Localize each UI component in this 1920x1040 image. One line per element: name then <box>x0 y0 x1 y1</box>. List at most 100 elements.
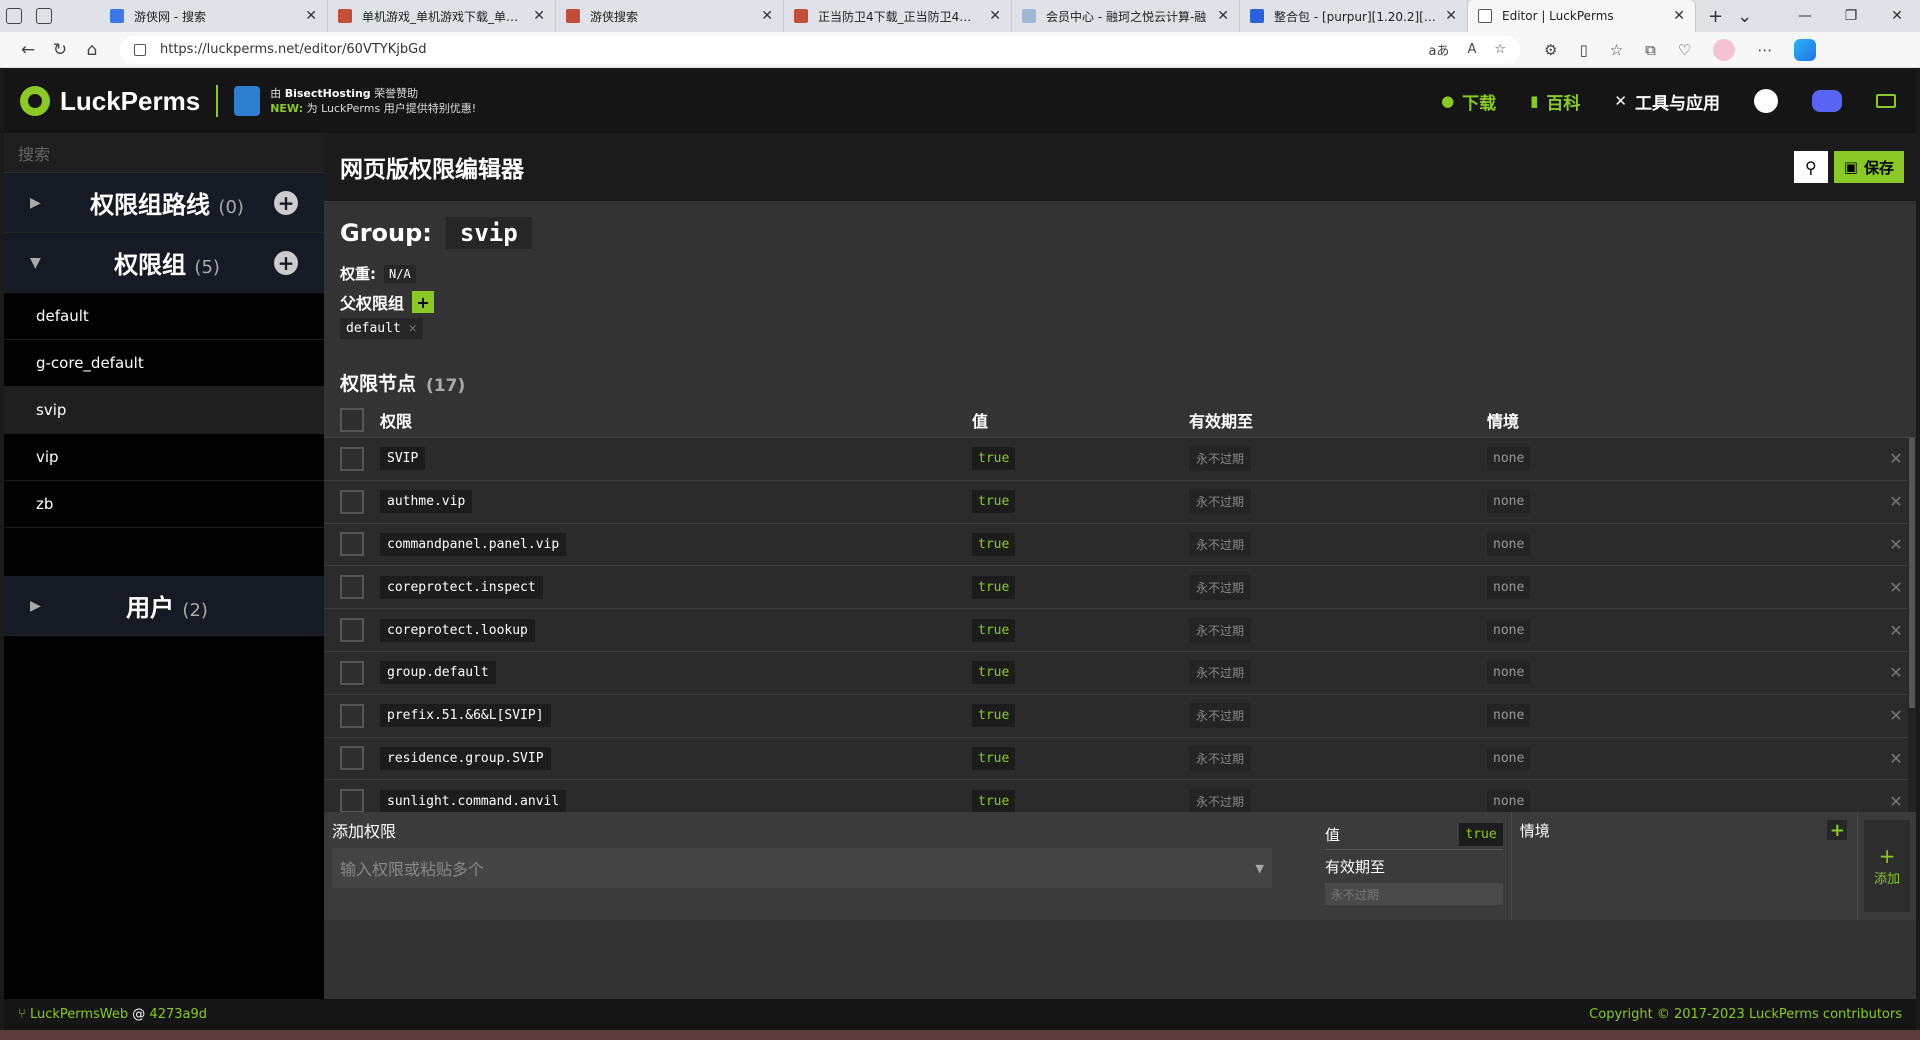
browser-tab[interactable]: 会员中心 - 融珂之悦云计算-融 ✕ <box>1012 0 1240 32</box>
tab-actions-icon[interactable] <box>36 8 52 24</box>
column-permission[interactable]: 权限 <box>380 408 972 432</box>
add-parent-button[interactable]: + <box>412 291 435 313</box>
parent-chip[interactable]: default ✕ <box>340 318 423 339</box>
close-tab-icon[interactable]: ✕ <box>1445 8 1457 24</box>
context-chip[interactable]: none <box>1487 704 1531 728</box>
row-checkbox[interactable] <box>340 746 364 771</box>
logo[interactable]: LuckPerms <box>20 86 200 117</box>
profile-avatar[interactable] <box>1713 38 1736 61</box>
collections-icon[interactable]: ⧉ <box>1645 41 1656 59</box>
footer-commit-link[interactable]: 4273a9d <box>149 1007 207 1022</box>
add-track-plus-icon[interactable]: + <box>274 190 298 215</box>
permission-chip[interactable]: residence.group.SVIP <box>380 746 551 770</box>
value-chip[interactable]: true <box>972 704 1016 728</box>
row-checkbox[interactable] <box>340 618 364 643</box>
context-chip[interactable]: none <box>1487 789 1531 813</box>
sidebar-group-item[interactable]: vip <box>4 434 324 481</box>
restore-icon[interactable]: ❐ <box>1828 0 1874 32</box>
close-tab-icon[interactable]: ✕ <box>1673 8 1685 24</box>
permission-chip[interactable]: coreprotect.inspect <box>380 575 543 599</box>
value-chip[interactable]: true <box>972 575 1016 599</box>
discord-icon[interactable] <box>1812 90 1842 112</box>
row-checkbox[interactable] <box>340 703 364 728</box>
caret-down-icon[interactable]: ▼ <box>30 255 60 271</box>
sidebar-search-input[interactable]: 搜索 <box>4 133 324 173</box>
row-checkbox[interactable] <box>340 446 364 471</box>
expiry-chip[interactable]: 永不过期 <box>1189 660 1252 686</box>
read-aloud-icon[interactable]: A <box>1467 42 1476 57</box>
context-chip[interactable]: none <box>1487 447 1531 471</box>
expiry-chip[interactable]: 永不过期 <box>1189 574 1252 600</box>
sidebar-group-item[interactable]: svip <box>4 387 324 434</box>
url-field[interactable]: https://luckperms.net/editor/60VTYKjbGd … <box>120 35 1520 64</box>
context-chip[interactable]: none <box>1487 575 1531 599</box>
extensions-icon[interactable]: ⚙ <box>1544 41 1557 59</box>
add-expiry-input[interactable]: 永不过期 <box>1324 883 1503 905</box>
select-all-checkbox[interactable] <box>340 407 364 432</box>
permission-chip[interactable]: authme.vip <box>380 490 473 514</box>
dropdown-chevron-icon[interactable]: ▼ <box>1256 862 1264 875</box>
caret-right-icon[interactable]: ▶ <box>30 195 60 211</box>
sidebar-group-item[interactable]: zb <box>4 481 324 528</box>
browser-tab[interactable]: 游侠网 - 搜索 ✕ <box>100 0 328 32</box>
section-users[interactable]: ▶ 用户 (2) <box>4 576 324 636</box>
value-chip[interactable]: true <box>972 532 1016 556</box>
browser-tab[interactable]: 单机游戏_单机游戏下载_单机游 ✕ <box>328 0 556 32</box>
permission-chip[interactable]: coreprotect.lookup <box>380 618 535 642</box>
context-chip[interactable]: none <box>1487 532 1531 556</box>
column-expiry[interactable]: 有效期至 <box>1189 408 1487 432</box>
expiry-chip[interactable]: 永不过期 <box>1189 489 1252 515</box>
close-tab-icon[interactable]: ✕ <box>989 8 1001 24</box>
nav-download[interactable]: ● 下载 <box>1441 89 1496 114</box>
value-chip[interactable]: true <box>972 447 1016 471</box>
context-chip[interactable]: none <box>1487 490 1531 514</box>
sidebar-group-item[interactable]: default <box>4 293 324 340</box>
tab-list-chevron-icon[interactable]: ⌄ <box>1737 6 1752 27</box>
close-window-icon[interactable]: ✕ <box>1874 0 1920 32</box>
copilot-icon[interactable] <box>1794 38 1817 61</box>
browser-tab[interactable]: 正当防卫4下载_正当防卫4免安 ✕ <box>784 0 1012 32</box>
permission-chip[interactable]: commandpanel.panel.vip <box>380 532 567 556</box>
caret-right-icon[interactable]: ▶ <box>30 598 60 614</box>
workspaces-icon[interactable] <box>6 8 22 24</box>
context-chip[interactable]: none <box>1487 661 1531 685</box>
expiry-chip[interactable]: 永不过期 <box>1189 446 1252 472</box>
expiry-chip[interactable]: 永不过期 <box>1189 745 1252 771</box>
close-tab-icon[interactable]: ✕ <box>1217 8 1229 24</box>
sponsor-banner[interactable]: 由 BisectHosting 荣誉赞助 NEW: 为 LuckPerms 用户… <box>234 86 476 116</box>
expiry-chip[interactable]: 永不过期 <box>1189 531 1252 557</box>
permission-chip[interactable]: SVIP <box>380 447 426 471</box>
split-screen-icon[interactable]: ▯ <box>1579 41 1587 59</box>
permission-chip[interactable]: group.default <box>380 661 496 685</box>
row-checkbox[interactable] <box>340 489 364 514</box>
home-icon[interactable]: ⌂ <box>76 40 108 60</box>
value-chip[interactable]: true <box>972 661 1016 685</box>
section-groups[interactable]: ▼ 权限组 (5) + <box>4 233 324 293</box>
row-checkbox[interactable] <box>340 789 364 814</box>
refresh-icon[interactable]: ↻ <box>44 40 76 60</box>
favorite-star-icon[interactable]: ☆ <box>1494 42 1506 57</box>
row-checkbox[interactable] <box>340 575 364 600</box>
row-checkbox[interactable] <box>340 660 364 685</box>
add-context-button[interactable]: + <box>1827 820 1848 841</box>
footer-copyright[interactable]: Copyright © 2017-2023 LuckPerms contribu… <box>1589 1007 1902 1022</box>
browser-tab[interactable]: Editor | LuckPerms ✕ <box>1468 0 1696 32</box>
close-tab-icon[interactable]: ✕ <box>761 8 773 24</box>
value-chip[interactable]: true <box>972 746 1016 770</box>
row-checkbox[interactable] <box>340 532 364 557</box>
browser-tab[interactable]: 游侠搜索 ✕ <box>556 0 784 32</box>
lock-icon[interactable] <box>134 43 146 56</box>
close-tab-icon[interactable]: ✕ <box>305 8 317 24</box>
search-button[interactable]: ⚲ <box>1793 151 1828 183</box>
browser-tab[interactable]: 整合包 - [purpur][1.20.2][互通] ✕ <box>1240 0 1468 32</box>
value-chip[interactable]: true <box>972 618 1016 642</box>
weight-value[interactable]: N/A <box>384 264 416 283</box>
translate-icon[interactable]: aあ <box>1428 40 1449 59</box>
new-tab-icon[interactable]: + <box>1708 6 1723 27</box>
expiry-chip[interactable]: 永不过期 <box>1189 788 1252 814</box>
nav-tools[interactable]: ✕ 工具与应用 <box>1614 89 1720 114</box>
save-button[interactable]: ▣ 保存 <box>1833 151 1904 183</box>
permission-chip[interactable]: sunlight.command.anvil <box>380 789 567 813</box>
context-chip[interactable]: none <box>1487 746 1531 770</box>
column-context[interactable]: 情境 <box>1487 408 1857 432</box>
